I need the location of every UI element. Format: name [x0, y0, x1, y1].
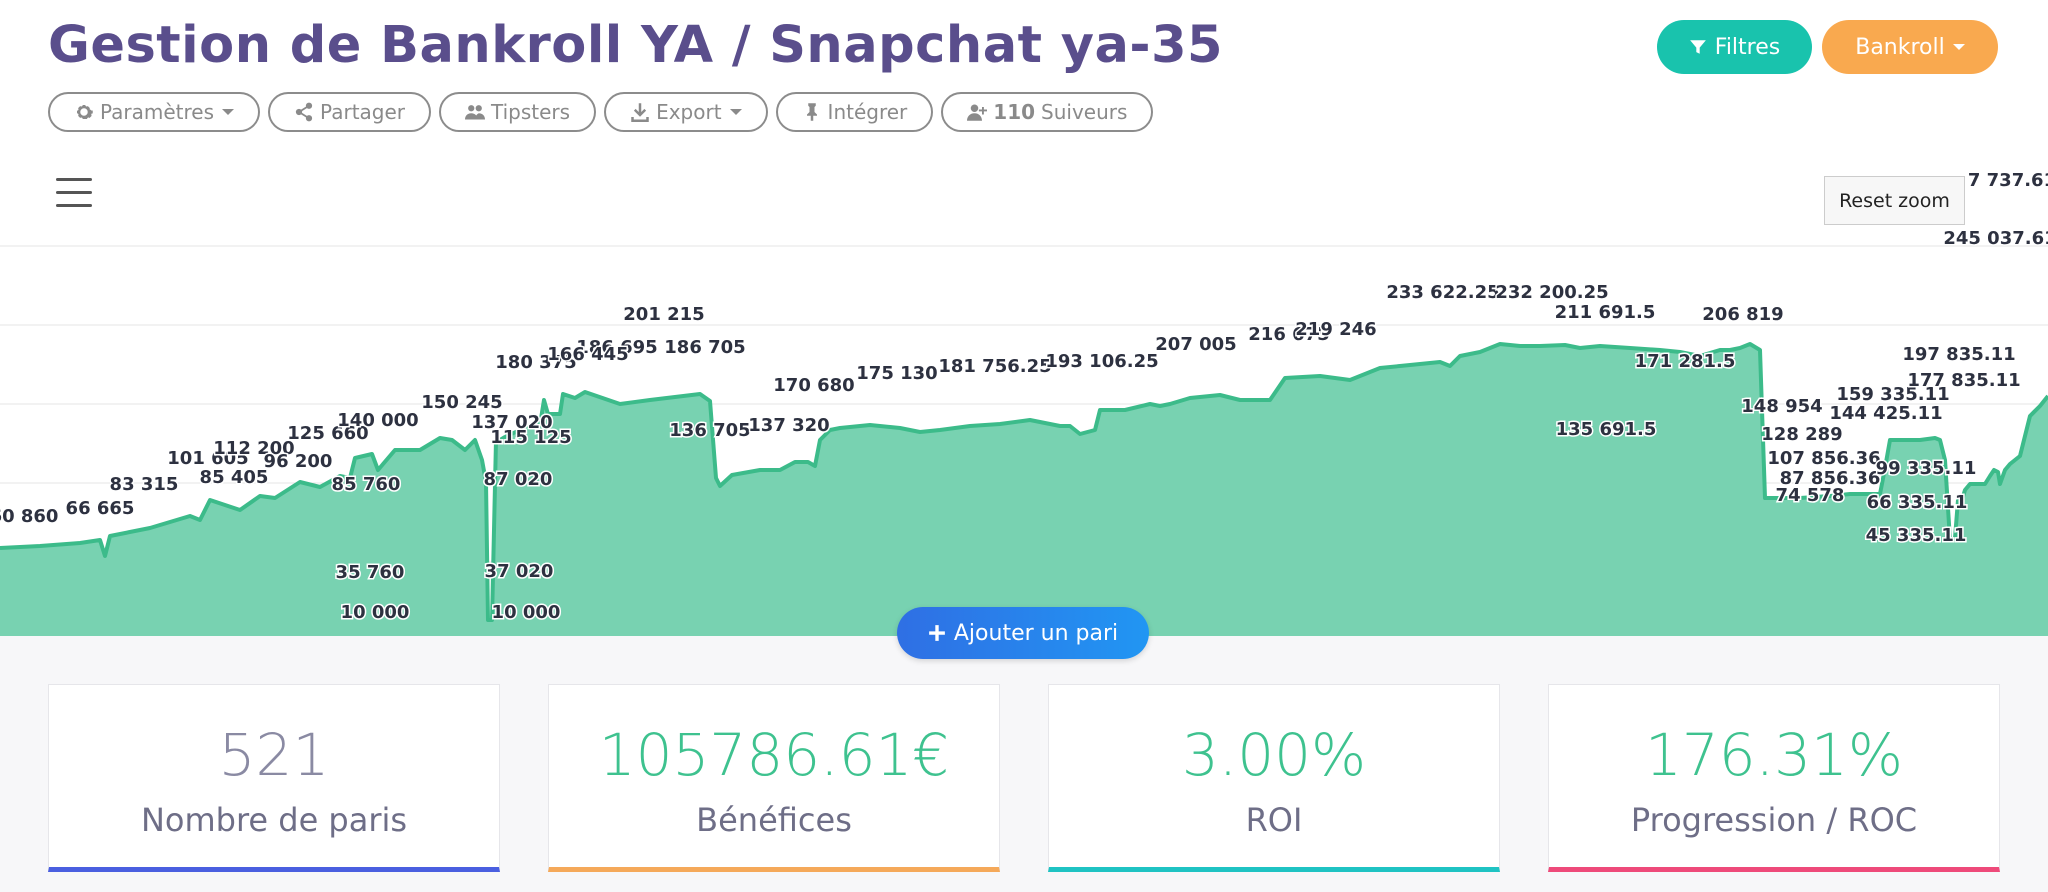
bankroll-button-label: Bankroll	[1855, 34, 1945, 60]
stat-label: Nombre de paris	[140, 801, 408, 839]
chart-data-label: 166 445	[547, 344, 628, 365]
chart-data-label: 37 020	[485, 561, 554, 582]
stat-card-bets: 521 Nombre de paris	[48, 684, 500, 872]
stat-value: 105786.61€	[598, 721, 950, 789]
stat-label: ROI	[1245, 801, 1303, 839]
reset-zoom-button[interactable]: Reset zoom	[1824, 176, 1965, 225]
chart-data-label: 96 200	[264, 451, 333, 472]
chart-data-label: 170 680	[773, 375, 854, 396]
chart-data-label: 197 835.11	[1902, 344, 2015, 365]
chevron-down-icon	[729, 109, 742, 115]
chart-data-label: 66 335.11	[1867, 492, 1968, 513]
bankroll-area-chart: 60 86066 66583 315101 60585 405112 20096…	[0, 169, 2048, 636]
chart-data-label: 219 246	[1295, 319, 1376, 340]
user-plus-icon	[967, 104, 988, 121]
chart-data-label: 175 130	[856, 363, 937, 384]
filters-button[interactable]: Filtres	[1657, 20, 1812, 74]
tipsters-label: Tipsters	[491, 100, 571, 124]
bankroll-dropdown-button[interactable]: Bankroll	[1822, 20, 1998, 74]
chart-data-label: 211 691.5	[1555, 302, 1656, 323]
stat-label: Bénéfices	[696, 801, 852, 839]
page-header: Gestion de Bankroll YA / Snapchat ya-35 …	[0, 0, 2048, 160]
followers-button[interactable]: 110 Suiveurs	[941, 92, 1154, 132]
chart-data-label: 136 705	[669, 420, 750, 441]
followers-count: 110	[993, 100, 1036, 124]
action-bar: Paramètres Partager Tipsters Export Inté…	[48, 92, 1154, 132]
chart-data-label: 207 005	[1155, 334, 1236, 355]
gear-icon	[77, 105, 93, 119]
chart-data-label: 181 756.25	[938, 356, 1051, 377]
chevron-down-icon	[1952, 44, 1965, 50]
export-label: Export	[656, 100, 722, 124]
chart-data-label: 171 281.5	[1635, 351, 1736, 372]
chart-data-label: 10 000	[341, 602, 410, 623]
pin-icon	[806, 103, 817, 121]
filters-button-label: Filtres	[1714, 34, 1781, 60]
embed-label: Intégrer	[827, 100, 908, 124]
chart-data-label: 245 037.61	[1943, 228, 2048, 249]
export-dropdown-button[interactable]: Export	[604, 92, 768, 132]
chart-data-label: 85 405	[200, 467, 269, 488]
plus-icon	[929, 625, 945, 641]
settings-dropdown-button[interactable]: Paramètres	[48, 92, 261, 132]
chart-data-label: 144 425.11	[1829, 403, 1942, 424]
chart-data-label: 150 245	[421, 392, 502, 413]
share-icon	[295, 102, 313, 122]
followers-label: Suiveurs	[1041, 100, 1128, 124]
page-title: Gestion de Bankroll YA / Snapchat ya-35	[48, 16, 1224, 75]
chart-data-label: 60 860	[0, 506, 58, 527]
chart-data-label: 83 315	[110, 474, 179, 495]
chart-data-label: 233 622.25	[1386, 282, 1499, 303]
stat-label: Progression / ROC	[1630, 801, 1918, 839]
bankroll-chart[interactable]: 60 86066 66583 315101 60585 405112 20096…	[0, 160, 2048, 636]
filter-icon	[1689, 40, 1706, 54]
chart-data-label: 7 737.61	[1968, 170, 2048, 191]
chart-data-label: 186 705	[664, 337, 745, 358]
chevron-down-icon	[222, 109, 235, 115]
download-icon	[631, 103, 649, 122]
chart-menu-icon[interactable]	[56, 178, 92, 208]
stat-value: 3.00%	[1181, 721, 1367, 789]
users-icon	[465, 105, 486, 120]
tipsters-button[interactable]: Tipsters	[439, 92, 597, 132]
chart-data-label: 148 954	[1741, 396, 1822, 417]
chart-data-label: 66 665	[66, 498, 135, 519]
chart-data-label: 135 691.5	[1556, 419, 1657, 440]
stat-card-profits: 105786.61€ Bénéfices	[548, 684, 1000, 872]
chart-data-label: 85 760	[332, 474, 401, 495]
chart-data-label: 107 856.36	[1767, 448, 1880, 469]
chart-data-label: 74 578	[1776, 485, 1845, 506]
chart-data-label: 128 289	[1761, 424, 1842, 445]
bankroll-area	[0, 344, 2048, 636]
add-bet-label: Ajouter un pari	[953, 620, 1119, 646]
chart-data-label: 115 125	[490, 427, 571, 448]
stat-value: 176.31%	[1644, 721, 1904, 789]
stat-card-roi: 3.00% ROI	[1048, 684, 1500, 872]
chart-data-label: 137 320	[748, 415, 829, 436]
chart-data-label: 232 200.25	[1495, 282, 1608, 303]
chart-data-label: 140 000	[337, 410, 418, 431]
share-label: Partager	[320, 100, 406, 124]
chart-data-label: 87 020	[484, 469, 553, 490]
settings-label: Paramètres	[100, 100, 215, 124]
share-button[interactable]: Partager	[268, 92, 432, 132]
chart-data-label: 10 000	[492, 602, 561, 623]
chart-data-label: 193 106.25	[1045, 351, 1158, 372]
chart-data-label: 99 335.11	[1876, 458, 1977, 479]
chart-data-label: 201 215	[623, 304, 704, 325]
add-bet-button[interactable]: Ajouter un pari	[897, 607, 1149, 659]
stat-card-progression: 176.31% Progression / ROC	[1548, 684, 2000, 872]
stats-row: 521 Nombre de paris 105786.61€ Bénéfices…	[48, 684, 2000, 872]
stat-value: 521	[218, 721, 330, 789]
chart-data-label: 35 760	[336, 562, 405, 583]
embed-button[interactable]: Intégrer	[775, 92, 934, 132]
chart-data-label: 45 335.11	[1866, 525, 1967, 546]
chart-data-label: 206 819	[1702, 304, 1783, 325]
chart-data-label: 177 835.11	[1907, 370, 2020, 391]
